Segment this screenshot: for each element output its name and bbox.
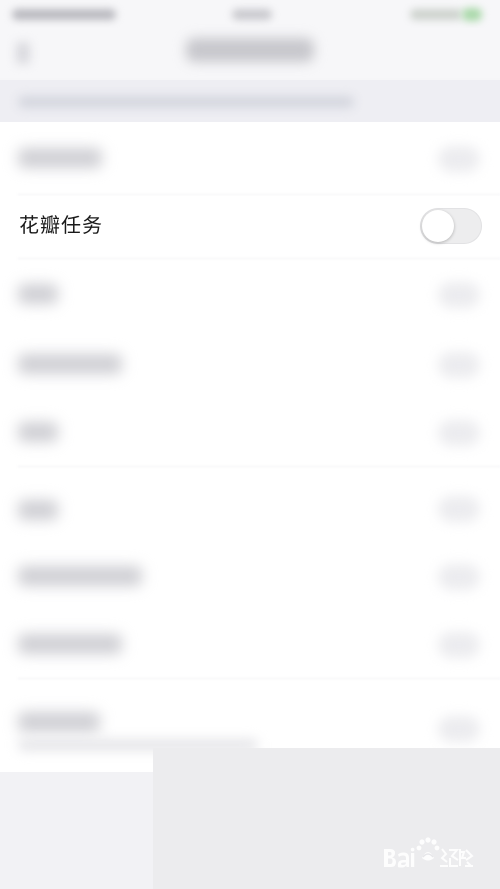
list-item[interactable] (0, 610, 500, 679)
list-item-toggle[interactable] (438, 496, 480, 522)
row-divider (18, 466, 500, 467)
list-item[interactable] (0, 474, 500, 542)
row-divider (18, 678, 500, 679)
list-item-label (18, 284, 58, 304)
list-item-toggle[interactable] (438, 282, 480, 308)
list-item-toggle[interactable] (438, 420, 480, 446)
list-item-label (18, 354, 122, 374)
list-item-label (18, 148, 102, 168)
list-item-label (18, 422, 58, 442)
petal-task-label: 花瓣任务 (19, 215, 103, 237)
hint-text (18, 96, 354, 108)
baidu-jingyan-watermark-icon (382, 836, 474, 872)
list-item[interactable] (0, 330, 500, 400)
petal-task-toggle[interactable] (420, 208, 482, 244)
list-item-toggle[interactable] (438, 352, 480, 378)
status-bar (0, 0, 500, 30)
list-item-label (18, 566, 142, 586)
clock-indicator (232, 9, 272, 20)
list-item[interactable] (0, 400, 500, 467)
hint-banner (0, 80, 500, 122)
list-item-label (18, 634, 122, 654)
list-item-toggle[interactable] (438, 632, 480, 658)
toggle-knob (422, 210, 454, 242)
list-item-toggle[interactable] (438, 564, 480, 590)
battery-level-icon (462, 8, 482, 21)
list-item-toggle[interactable] (438, 716, 480, 742)
row-divider (18, 194, 500, 195)
list-item-label (18, 500, 58, 520)
list-item-toggle[interactable] (438, 146, 480, 172)
list-item-petal-task[interactable]: 花瓣任务 (0, 196, 500, 258)
row-divider (18, 258, 500, 259)
back-arrow-icon[interactable] (16, 42, 30, 64)
list-item[interactable] (0, 264, 500, 330)
list-item-label (18, 712, 100, 732)
battery-indicator (410, 9, 462, 20)
list-item[interactable] (0, 122, 500, 196)
page-title (186, 38, 314, 62)
settings-screen: 花瓣任务 (0, 0, 500, 889)
navigation-bar (0, 28, 500, 78)
carrier-indicator (12, 9, 116, 20)
list-item[interactable] (0, 542, 500, 610)
